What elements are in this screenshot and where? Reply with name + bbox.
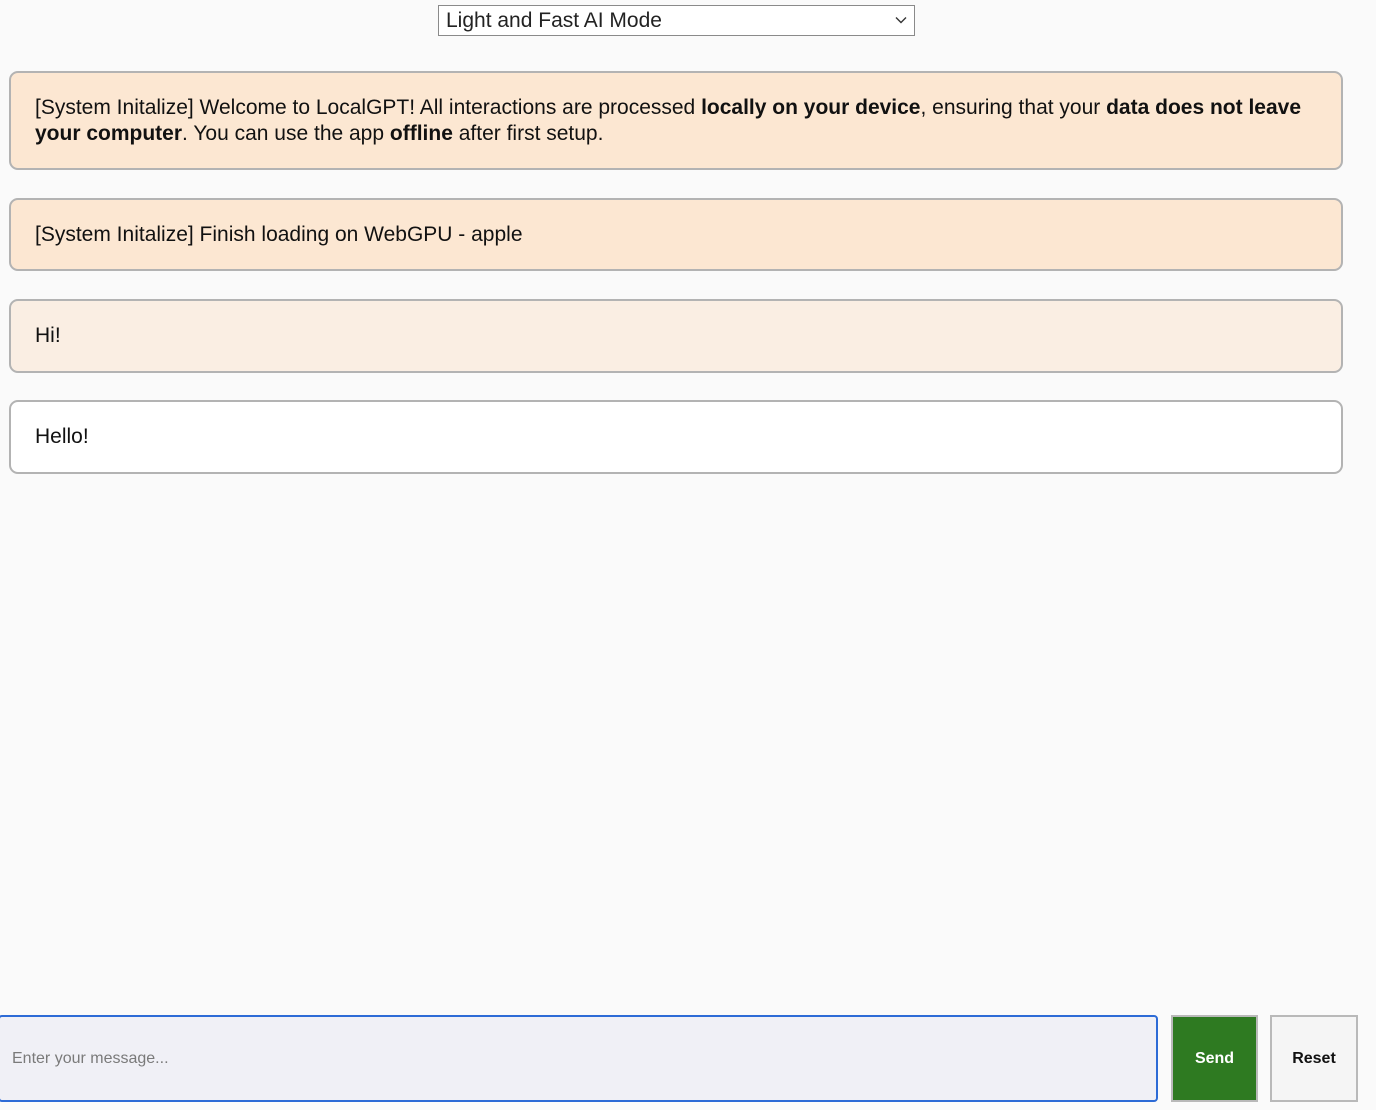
message-text: Hi! <box>35 324 61 347</box>
mode-select[interactable]: Light and Fast AI Mode <box>438 5 915 36</box>
message-text: Hello! <box>35 425 89 448</box>
reset-button-label: Reset <box>1292 1049 1336 1067</box>
message-text-segment: [System Initalize] Welcome to LocalGPT! … <box>35 96 702 119</box>
system-message-loaded: [System Initalize] Finish loading on Web… <box>9 198 1343 271</box>
system-message-welcome: [System Initalize] Welcome to LocalGPT! … <box>9 71 1343 170</box>
message-text-segment: after first setup. <box>452 122 604 145</box>
user-message: Hi! <box>9 299 1343 373</box>
assistant-message: Hello! <box>9 400 1343 474</box>
message-text-bold-segment: offline <box>389 122 453 145</box>
reset-button[interactable]: Reset <box>1270 1015 1358 1102</box>
message-text-segment: . You can use the app <box>182 122 390 145</box>
mode-select-value: Light and Fast AI Mode <box>446 8 662 32</box>
send-button-label: Send <box>1194 1049 1235 1067</box>
message-text-segment: , ensuring that your <box>920 96 1107 119</box>
message-input[interactable] <box>0 1015 1158 1102</box>
message-text-bold-segment: locally on your device <box>701 96 921 119</box>
message-text: [System Initalize] Finish loading on Web… <box>35 222 523 246</box>
chevron-down-icon <box>895 17 907 24</box>
send-button[interactable]: Send <box>1171 1015 1258 1102</box>
